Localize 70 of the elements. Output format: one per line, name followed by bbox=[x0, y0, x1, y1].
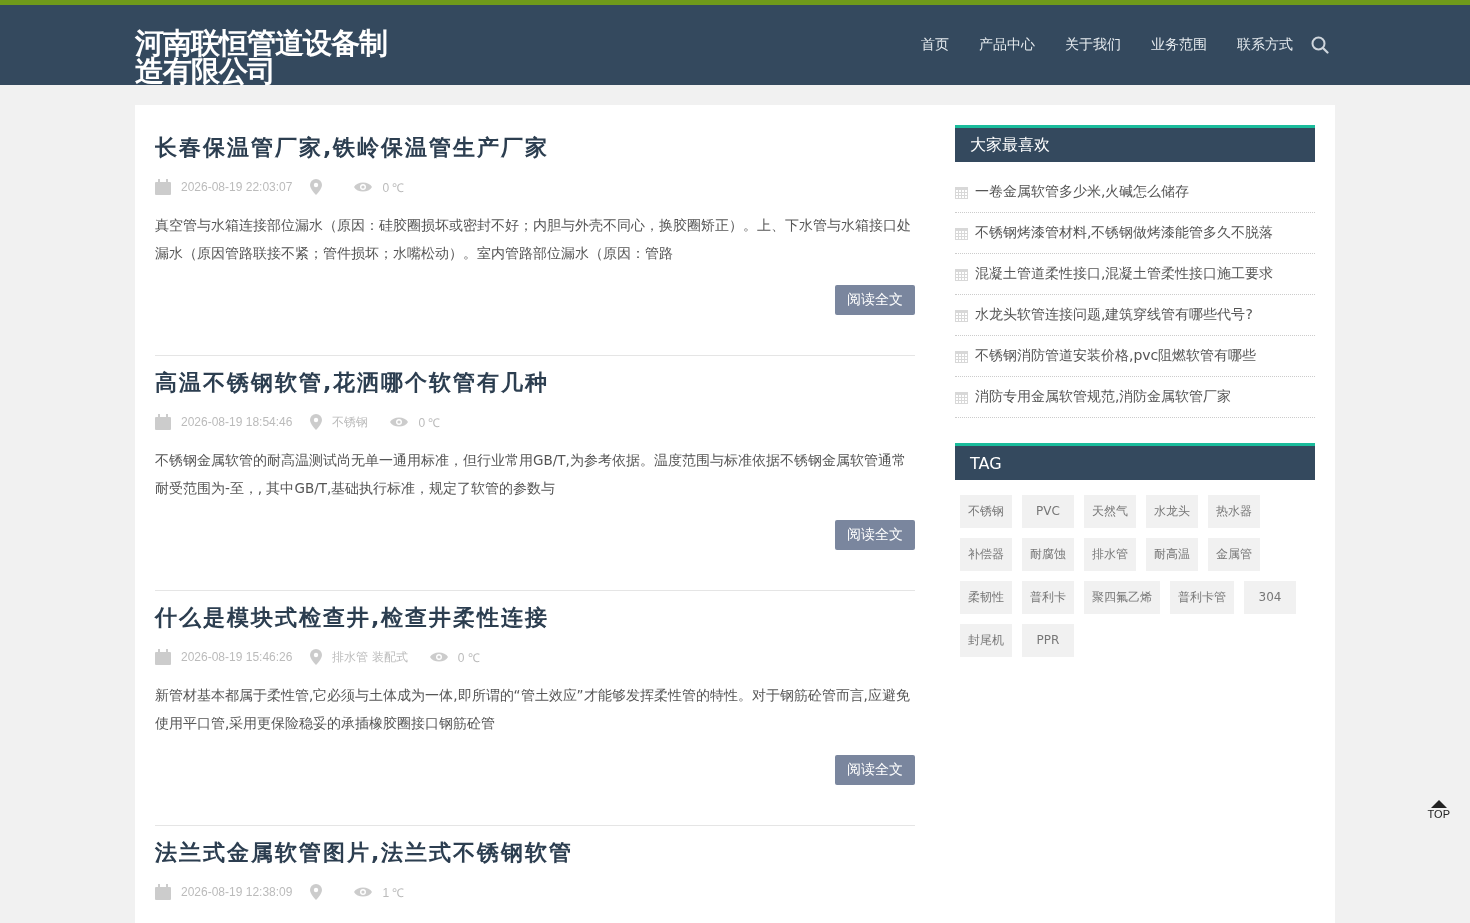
tag-link[interactable]: 耐高温 bbox=[1146, 538, 1198, 571]
tag-link[interactable]: 聚四氟乙烯 bbox=[1084, 581, 1160, 614]
tag-link[interactable]: 水龙头 bbox=[1146, 495, 1198, 528]
popular-post-link[interactable]: 不锈钢烤漆管材料,不锈钢做烤漆能管多久不脱落 bbox=[975, 224, 1274, 242]
calendar-icon bbox=[955, 308, 968, 322]
article-date: 2026-08-19 15:46:26 bbox=[181, 650, 293, 664]
read-more-button[interactable]: 阅读全文 bbox=[835, 520, 915, 550]
nav-link[interactable]: 产品中心 bbox=[979, 36, 1035, 54]
widget-title: TAG bbox=[970, 453, 1002, 473]
calendar-icon bbox=[955, 185, 968, 199]
article-excerpt: 真空管与水箱连接部位漏水（原因：硅胶圈损坏或密封不好；内胆与外壳不同心，换胶圈矫正）。上、下水管与水箱接口处漏水（原因管路联接不紧；管件损坏；水嘴松动）。室内管路部位漏水（原因：管路 bbox=[155, 216, 912, 263]
view-count: 0 ℃ bbox=[382, 179, 405, 196]
article-date: 2026-08-19 18:54:46 bbox=[181, 415, 293, 429]
nav-link[interactable]: 联系方式 bbox=[1237, 36, 1293, 54]
article-excerpt: 新管材基本都属于柔性管,它必须与土体成为一体,即所谓的“管土效应”才能够发挥柔性管的特性。对于钢筋砼管而言,应避免使用平口管,采用更保险稳妥的承插橡胶圈接口钢筋砼管 bbox=[155, 686, 911, 733]
article-excerpt: 不锈钢金属软管的耐高温测试尚无单一通用标准，但行业常用GB/T,为参考依据。温度范围与标准依据不锈钢金属软管通常耐受范围为-至，, 其中GB/T,基础执行标准，规定了软管的参数与 bbox=[155, 451, 907, 498]
article-title[interactable]: 法兰式金属软管图片,法兰式不锈钢软管 bbox=[155, 836, 915, 870]
tag-link[interactable]: 天然气 bbox=[1084, 495, 1136, 528]
article-title[interactable]: 什么是模块式检查井,检查井柔性连接 bbox=[155, 601, 915, 635]
tag-link[interactable]: 金属管 bbox=[1208, 538, 1260, 571]
tag-link[interactable]: 热水器 bbox=[1208, 495, 1260, 528]
tag-link[interactable]: 不锈钢 bbox=[960, 495, 1012, 528]
tag-link[interactable]: PPR bbox=[1022, 624, 1074, 657]
calendar-icon bbox=[955, 267, 968, 281]
calendar-icon bbox=[155, 649, 171, 665]
location-pin-icon bbox=[310, 649, 323, 665]
eye-icon bbox=[390, 416, 409, 428]
back-to-top-button[interactable]: TOP bbox=[1427, 800, 1450, 820]
popular-post-link[interactable]: 不锈钢消防管道安装价格,pvc阻燃软管有哪些 bbox=[975, 347, 1257, 365]
view-count: 0 ℃ bbox=[457, 649, 480, 666]
article-title[interactable]: 长春保温管厂家,铁岭保温管生产厂家 bbox=[155, 131, 915, 165]
calendar-icon bbox=[955, 349, 968, 363]
read-more-button[interactable]: 阅读全文 bbox=[835, 285, 915, 315]
search-icon[interactable] bbox=[1311, 36, 1329, 54]
site-logo[interactable]: 河南联恒管道设备制造有限公司 bbox=[135, 5, 393, 85]
view-count: 1 ℃ bbox=[382, 884, 405, 901]
calendar-icon bbox=[955, 390, 968, 404]
read-more-button[interactable]: 阅读全文 bbox=[835, 755, 915, 785]
tag-link[interactable]: PVC bbox=[1022, 495, 1074, 528]
tag-link[interactable]: 普利卡 bbox=[1022, 581, 1074, 614]
nav-link[interactable]: 关于我们 bbox=[1065, 36, 1121, 54]
calendar-icon bbox=[155, 414, 171, 430]
location-pin-icon bbox=[310, 414, 323, 430]
tag-link[interactable]: 耐腐蚀 bbox=[1022, 538, 1074, 571]
popular-post-link[interactable]: 一卷金属软管多少米,火碱怎么储存 bbox=[975, 183, 1190, 201]
tag-link[interactable]: 排水管 bbox=[1084, 538, 1136, 571]
tag-link[interactable]: 封尾机 bbox=[960, 624, 1012, 657]
tag-link[interactable]: 普利卡管 bbox=[1170, 581, 1234, 614]
article-date: 2026-08-19 12:38:09 bbox=[181, 885, 293, 899]
location-pin-icon bbox=[310, 884, 323, 900]
calendar-icon bbox=[155, 884, 171, 900]
article-title[interactable]: 高温不锈钢软管,花洒哪个软管有几种 bbox=[155, 366, 915, 400]
article-date: 2026-08-19 22:03:07 bbox=[181, 180, 293, 194]
caret-up-icon bbox=[1430, 800, 1447, 808]
nav-link[interactable]: 首页 bbox=[921, 36, 949, 54]
location-pin-icon bbox=[310, 179, 323, 195]
calendar-icon bbox=[955, 226, 968, 240]
popular-post-link[interactable]: 混凝土管道柔性接口,混凝土管柔性接口施工要求 bbox=[975, 265, 1274, 283]
tag-link[interactable]: 304 bbox=[1244, 581, 1296, 614]
eye-icon bbox=[354, 181, 373, 193]
eye-icon bbox=[429, 651, 448, 663]
eye-icon bbox=[354, 886, 373, 898]
calendar-icon bbox=[155, 179, 171, 195]
view-count: 0 ℃ bbox=[418, 414, 441, 431]
nav-link[interactable]: 业务范围 bbox=[1151, 36, 1207, 54]
popular-post-link[interactable]: 水龙头软管连接问题,建筑穿线管有哪些代号? bbox=[975, 306, 1253, 324]
widget-title: 大家最喜欢 bbox=[970, 134, 1050, 156]
popular-post-link[interactable]: 消防专用金属软管规范,消防金属软管厂家 bbox=[975, 388, 1232, 406]
tag-link[interactable]: 柔韧性 bbox=[960, 581, 1012, 614]
tag-link[interactable]: 补偿器 bbox=[960, 538, 1012, 571]
